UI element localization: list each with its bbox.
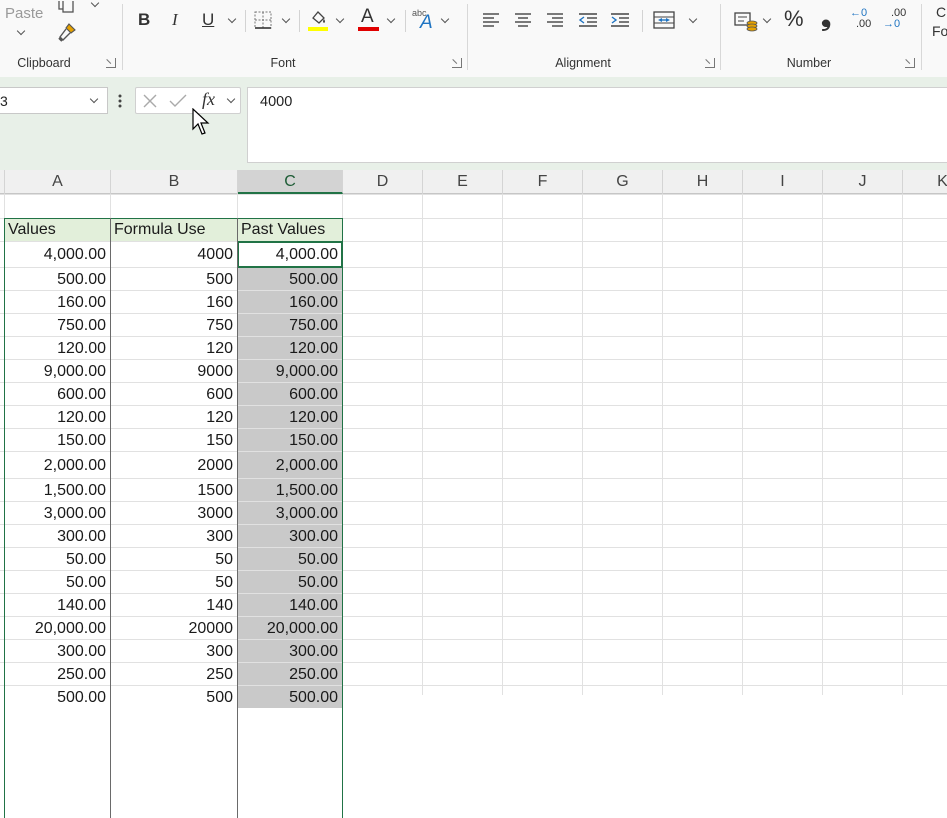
table-border — [4, 218, 343, 818]
grid-column-line — [502, 194, 503, 695]
group-label-clipboard: Clipboard — [17, 56, 71, 70]
name-box-dropdown-icon[interactable] — [91, 96, 98, 103]
column-header-g[interactable]: G — [583, 170, 663, 194]
percent-style-button[interactable]: % — [784, 8, 804, 30]
ribbon-separator — [299, 10, 300, 32]
paste-button[interactable]: Paste — [5, 4, 43, 24]
group-label-alignment: Alignment — [555, 56, 611, 70]
column-header-f[interactable]: F — [503, 170, 583, 194]
format-painter-icon[interactable] — [56, 22, 78, 44]
formula-controls: fx — [135, 87, 241, 114]
column-header-d[interactable]: D — [343, 170, 423, 194]
number-launcher-icon[interactable] — [905, 58, 915, 68]
font-color-glyph: A — [361, 6, 374, 27]
italic-button[interactable]: I — [172, 10, 178, 30]
copy-icon[interactable] — [56, 0, 76, 13]
fill-color-icon[interactable] — [307, 8, 329, 32]
group-label-font: Font — [270, 56, 296, 70]
comma-style-button[interactable]: ❟ — [821, 3, 831, 29]
grid-row-line — [0, 194, 947, 195]
underline-dropdown-icon[interactable] — [229, 16, 236, 23]
grid-column-line — [902, 194, 903, 695]
table-divider — [237, 218, 238, 818]
formula-input[interactable]: 4000 — [247, 87, 947, 163]
borders-dropdown-icon[interactable] — [283, 16, 290, 23]
active-cell-indicator[interactable] — [237, 241, 343, 268]
column-header-k[interactable]: K — [903, 170, 947, 194]
merge-center-icon[interactable] — [653, 10, 675, 30]
increase-indent-icon[interactable] — [610, 12, 630, 28]
grid-column-line — [422, 194, 423, 695]
ribbon-separator — [720, 4, 721, 70]
grid-column-line — [662, 194, 663, 695]
grid-column-line — [582, 194, 583, 695]
paste-dropdown-icon[interactable] — [18, 28, 25, 35]
column-header-e[interactable]: E — [423, 170, 503, 194]
ribbon-separator — [122, 4, 123, 70]
column-headers: A B C D E F G H I J K — [0, 170, 947, 194]
column-header-b[interactable]: B — [111, 170, 238, 194]
column-header-c[interactable]: C — [238, 170, 343, 194]
group-label-number: Number — [786, 56, 832, 70]
increase-decimal-bottom: .00 — [856, 18, 872, 30]
accounting-format-icon[interactable] — [734, 10, 758, 32]
ribbon-separator — [245, 10, 246, 32]
worksheet-grid[interactable]: Values Formula Use Past Values 4,000.00 4000… — [0, 194, 947, 818]
column-header-h[interactable]: H — [663, 170, 743, 194]
name-box[interactable]: 3 — [0, 87, 108, 114]
text-effects-icon[interactable]: abc A — [412, 8, 436, 33]
conditional-formatting-button[interactable]: C Fo — [932, 3, 947, 41]
align-right-icon[interactable] — [546, 12, 564, 28]
align-center-icon[interactable] — [514, 12, 532, 28]
mouse-cursor-icon — [192, 107, 210, 136]
bold-button[interactable]: B — [138, 10, 150, 30]
text-effects-dropdown-icon[interactable] — [442, 16, 449, 23]
accounting-dropdown-icon[interactable] — [764, 16, 771, 23]
underline-button[interactable]: U — [202, 10, 214, 30]
ribbon-separator — [642, 10, 643, 32]
ribbon-separator — [405, 10, 406, 32]
insert-function-button[interactable]: fx — [202, 89, 215, 110]
decrease-decimal-button[interactable]: .00 →0 — [883, 8, 909, 34]
borders-icon[interactable] — [253, 10, 273, 30]
column-header-j[interactable]: J — [823, 170, 903, 194]
font-color-icon[interactable]: A — [358, 6, 380, 32]
ribbon: Paste Clipboard B I U A abc A Font Align… — [0, 0, 947, 78]
cancel-icon[interactable] — [143, 94, 157, 108]
decrease-decimal-bottom: →0 — [883, 18, 901, 30]
clipboard-launcher-icon[interactable] — [106, 58, 116, 68]
decrease-indent-icon[interactable] — [578, 12, 598, 28]
enter-check-icon[interactable] — [169, 94, 187, 108]
font-launcher-icon[interactable] — [452, 58, 462, 68]
formula-value: 4000 — [260, 94, 293, 110]
increase-decimal-button[interactable]: ←0 .00 — [850, 8, 876, 34]
text-effects-glyph: A — [420, 12, 433, 33]
function-dropdown-icon[interactable] — [228, 96, 235, 103]
cond-format-bottom: Fo — [932, 23, 947, 39]
grid-column-line — [742, 194, 743, 695]
ribbon-separator — [467, 4, 468, 70]
align-left-icon[interactable] — [482, 12, 500, 28]
merge-dropdown-icon[interactable] — [690, 16, 697, 23]
table-divider — [110, 218, 111, 818]
name-box-value: 3 — [0, 93, 8, 109]
copy-dropdown-icon[interactable] — [92, 0, 99, 7]
font-color-dropdown-icon[interactable] — [388, 16, 395, 23]
fill-color-dropdown-icon[interactable] — [337, 16, 344, 23]
ribbon-separator — [921, 4, 922, 70]
alignment-launcher-icon[interactable] — [705, 58, 715, 68]
grid-column-line — [822, 194, 823, 695]
column-header-i[interactable]: I — [743, 170, 823, 194]
cond-format-top: C — [936, 4, 947, 20]
column-header-a[interactable]: A — [5, 170, 111, 194]
more-options-icon[interactable] — [118, 94, 122, 108]
